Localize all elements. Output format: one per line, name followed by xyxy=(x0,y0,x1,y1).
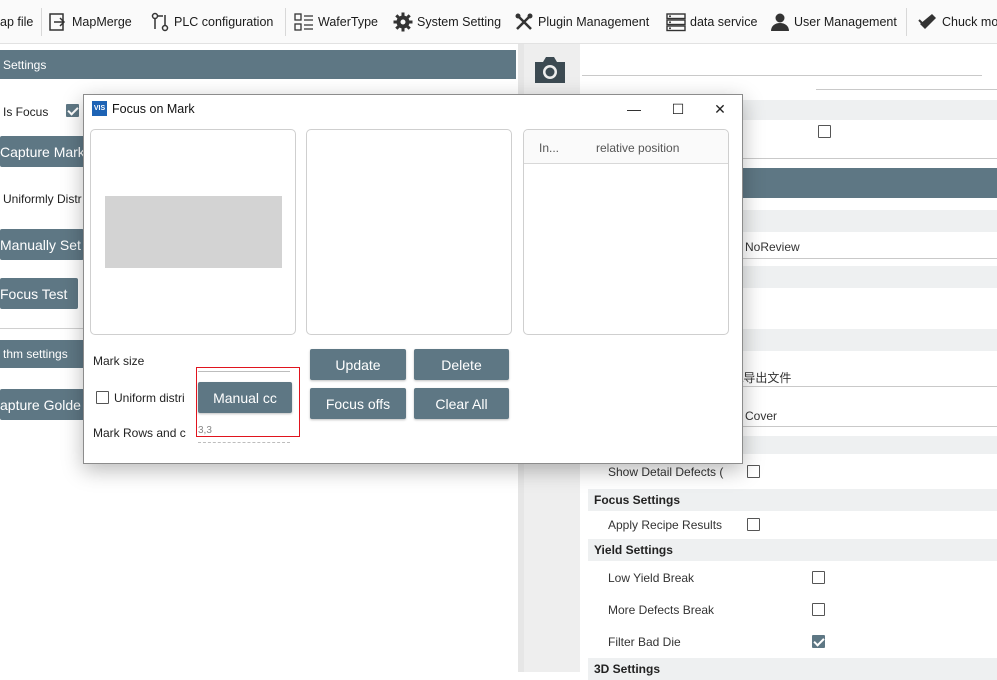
divider xyxy=(740,426,997,427)
focus-test-label: Focus Test xyxy=(0,285,68,302)
uniform-distri-checkbox[interactable] xyxy=(96,391,109,404)
cover-mode-value[interactable]: Cover xyxy=(745,409,777,423)
manually-set-label: Manually Set xyxy=(0,236,81,253)
low-yield-break-checkbox[interactable] xyxy=(812,571,825,584)
focus-offset-button[interactable]: Focus offs xyxy=(310,388,406,419)
capture-mark-button[interactable]: Capture Mark xyxy=(0,136,85,167)
app-logo-icon: VIS xyxy=(92,101,107,116)
toolbar-user-management[interactable]: User Management xyxy=(770,0,897,44)
toolbar-user-management-label: User Management xyxy=(794,15,897,29)
update-label: Update xyxy=(335,356,381,373)
show-detail-defects-label: Show Detail Defects ( xyxy=(608,465,724,479)
mark-image-region xyxy=(105,196,282,268)
low-yield-break-label: Low Yield Break xyxy=(608,571,695,585)
wafer-type-icon xyxy=(294,12,314,32)
maximize-icon: ☐ xyxy=(671,100,685,117)
minimize-button[interactable]: — xyxy=(612,95,656,123)
yield-settings-heading: Yield Settings xyxy=(594,543,673,557)
minimize-icon: — xyxy=(627,101,641,117)
update-button[interactable]: Update xyxy=(310,349,406,380)
divider xyxy=(740,258,997,259)
more-defects-break-label: More Defects Break xyxy=(608,603,715,617)
toolbar-separator xyxy=(285,8,286,36)
settings-section-title: Settings xyxy=(3,57,47,72)
toolbar-chuck-mode-label: Chuck mo xyxy=(942,15,997,29)
apply-recipe-results-checkbox[interactable] xyxy=(747,518,760,531)
toolbar-map-file-label: ap file xyxy=(0,15,34,29)
delete-label: Delete xyxy=(441,356,482,373)
chuck-icon xyxy=(918,12,938,32)
toolbar-data-service[interactable]: data service xyxy=(666,0,757,44)
capture-golden-label: apture Golde xyxy=(0,396,81,413)
toolbar-mapmerge[interactable]: MapMerge xyxy=(48,0,132,44)
table-col-index[interactable]: In... xyxy=(539,141,559,155)
apply-recipe-results-label: Apply Recipe Results xyxy=(608,518,723,532)
more-defects-break-checkbox[interactable] xyxy=(812,603,825,616)
show-detail-defects-checkbox[interactable] xyxy=(747,465,760,478)
close-icon: ✕ xyxy=(714,100,726,117)
export-path-value[interactable]: \导出文件 xyxy=(740,369,791,386)
highlight-annotation-box xyxy=(196,367,300,437)
toolbar-plugin-management[interactable]: Plugin Management xyxy=(514,0,649,44)
option-checkbox[interactable] xyxy=(818,125,831,138)
main-toolbar: ap file MapMerge PLC configuration Wafer… xyxy=(0,0,997,44)
toolbar-plc-label: PLC configuration xyxy=(174,15,274,29)
divider xyxy=(740,386,997,387)
toolbar-plugin-management-label: Plugin Management xyxy=(538,15,650,29)
dialog-title: Focus on Mark xyxy=(112,102,195,116)
focus-offset-label: Focus offs xyxy=(325,395,391,412)
toolbar-system-setting[interactable]: System Setting xyxy=(393,0,501,44)
table-col-relative-position[interactable]: relative position xyxy=(596,141,679,155)
tools-icon xyxy=(514,12,534,32)
settings-section-header: Settings xyxy=(0,50,516,79)
dialog-title-bar[interactable]: VIS Focus on Mark — ☐ ✕ xyxy=(84,95,742,123)
camera-icon[interactable] xyxy=(532,54,568,86)
capture-mark-label: Capture Mark xyxy=(0,143,85,160)
plc-icon xyxy=(150,12,170,32)
toolbar-separator xyxy=(906,8,907,36)
delete-button[interactable]: Delete xyxy=(414,349,509,380)
uniform-distri-label: Uniform distri xyxy=(114,391,185,405)
divider xyxy=(816,89,997,90)
capture-golden-button[interactable]: apture Golde xyxy=(0,389,90,420)
manually-set-button[interactable]: Manually Set xyxy=(0,229,84,260)
toolbar-wafertype-label: WaferType xyxy=(318,15,378,29)
toolbar-separator xyxy=(41,8,42,36)
focus-settings-heading: Focus Settings xyxy=(594,493,681,507)
toolbar-system-setting-label: System Setting xyxy=(417,15,502,29)
review-mode-value[interactable]: NoReview xyxy=(745,240,800,254)
mark-size-label: Mark size xyxy=(93,354,145,368)
mark-rows-input-underline xyxy=(198,442,290,443)
mark-image-panel[interactable] xyxy=(90,129,296,335)
mark-position-table[interactable]: In... relative position xyxy=(523,129,729,335)
toolbar-mapmerge-label: MapMerge xyxy=(72,15,132,29)
uniformly-distr-label: Uniformly Distr xyxy=(3,192,82,206)
server-icon xyxy=(666,12,686,32)
focus-on-mark-dialog: VIS Focus on Mark — ☐ ✕ In... relative p… xyxy=(83,94,743,464)
focus-test-button[interactable]: Focus Test xyxy=(0,278,78,309)
is-focus-checkbox[interactable] xyxy=(66,104,79,117)
maximize-button[interactable]: ☐ xyxy=(656,95,700,123)
clear-all-button[interactable]: Clear All xyxy=(414,388,509,419)
filter-bad-die-label: Filter Bad Die xyxy=(608,635,681,649)
is-focus-label: Is Focus xyxy=(3,105,49,119)
algorithm-settings-title: thm settings xyxy=(3,347,68,361)
user-icon xyxy=(770,12,790,32)
close-button[interactable]: ✕ xyxy=(698,95,742,123)
gear-icon xyxy=(393,12,413,32)
divider xyxy=(582,75,982,76)
clear-all-label: Clear All xyxy=(435,395,488,412)
toolbar-chuck-mode[interactable]: Chuck mo xyxy=(918,0,997,44)
filter-bad-die-checkbox[interactable] xyxy=(812,635,825,648)
toolbar-map-file[interactable]: ap file xyxy=(0,0,33,44)
preview-image-panel[interactable] xyxy=(306,129,512,335)
table-header: In... relative position xyxy=(524,130,728,164)
toolbar-data-service-label: data service xyxy=(690,15,758,29)
toolbar-wafertype[interactable]: WaferType xyxy=(294,0,378,44)
3d-settings-heading: 3D Settings xyxy=(594,662,661,676)
mark-rows-label: Mark Rows and c xyxy=(93,426,186,440)
toolbar-plc-configuration[interactable]: PLC configuration xyxy=(150,0,273,44)
map-merge-icon xyxy=(48,12,68,32)
